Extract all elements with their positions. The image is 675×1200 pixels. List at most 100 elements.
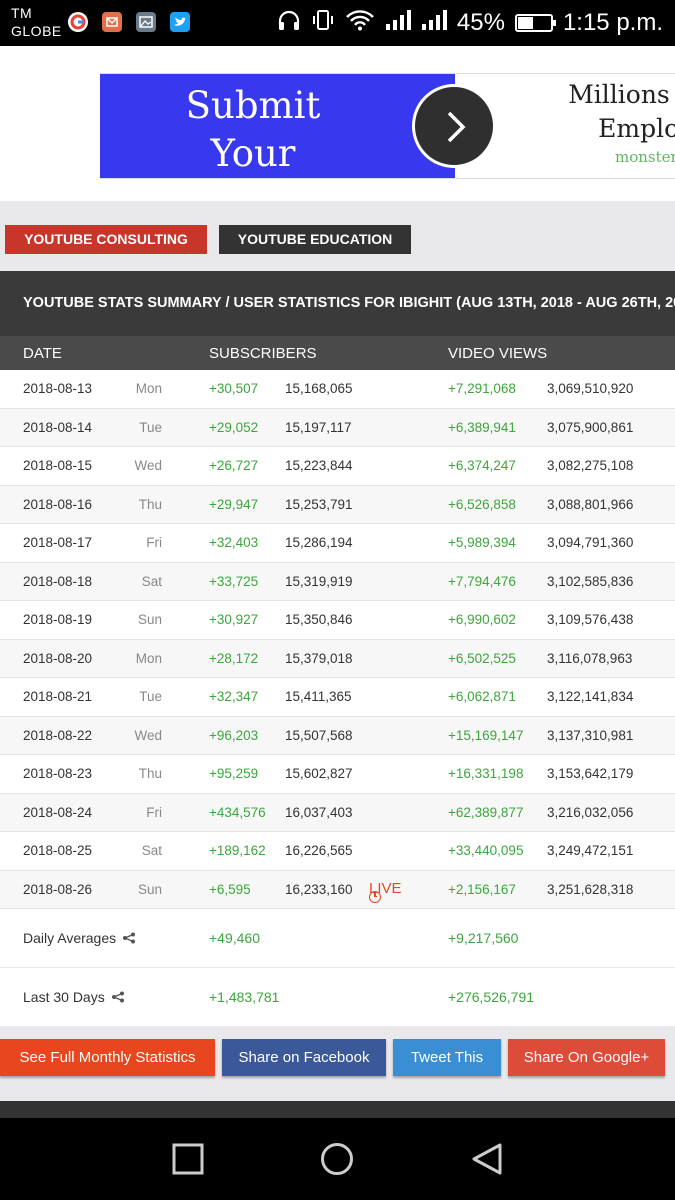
row-view-change: +16,331,198	[448, 766, 524, 781]
row-date: 2018-08-22	[23, 727, 93, 743]
ad-arrow-button[interactable]	[412, 84, 496, 168]
carrier-line-2: GLOBE	[11, 23, 62, 39]
row-subscriber-change: +32,403	[209, 535, 259, 550]
signal-icon-2	[421, 9, 447, 38]
last-30-days-subs: +1,483,781	[209, 989, 280, 1005]
row-view-total: 3,251,628,318	[547, 881, 634, 897]
carrier-line-1: TM	[11, 5, 33, 21]
see-full-monthly-stats-button[interactable]: See Full Monthly Statistics	[0, 1039, 215, 1076]
live-indicator[interactable]: LIVE	[369, 880, 402, 903]
row-day: Thu	[138, 496, 162, 512]
row-date: 2018-08-25	[23, 843, 93, 858]
ad-banner[interactable]: Submit Your Resume Now Millions of J Emp…	[100, 73, 675, 271]
tab-youtube-education[interactable]: YOUTUBE EDUCATION	[219, 225, 411, 254]
row-subscriber-total: 15,223,844	[285, 458, 353, 473]
row-day: Tue	[139, 689, 162, 704]
table-row: 2018-08-13 Mon +30,507 15,168,065 +7,291,068…	[0, 370, 675, 409]
table-row: 2018-08-26 Sun +6,595 16,233,160 +2,156,167 3…	[0, 870, 675, 909]
row-date: 2018-08-21	[23, 689, 93, 704]
row-day: Mon	[135, 381, 162, 396]
row-subscriber-total: 15,286,194	[285, 535, 353, 550]
row-subscriber-total: 15,197,117	[285, 419, 352, 435]
battery-fill	[517, 17, 534, 29]
chevron-right-icon	[447, 111, 466, 143]
daily-averages-label: Daily Averages	[23, 930, 136, 946]
stats-table: 2018-08-13 Mon +30,507 15,168,065 +7,291,068…	[0, 370, 675, 909]
row-subscriber-change: +28,172	[209, 650, 259, 666]
row-subscriber-change: +434,576	[209, 804, 266, 820]
row-view-change: +6,389,941	[448, 419, 516, 435]
row-view-total: 3,094,791,360	[547, 535, 634, 550]
col-subscribers: SUBSCRIBERS	[209, 345, 317, 362]
row-subscriber-change: +189,162	[209, 843, 266, 858]
table-row: 2018-08-20 Mon +28,172 15,379,018 +6,502,525…	[0, 639, 675, 678]
tab-youtube-consulting[interactable]: YOUTUBE CONSULTING	[5, 225, 207, 254]
table-row: 2018-08-24 Fri +434,576 16,037,403 +62,389,8…	[0, 793, 675, 832]
status-bar: TM GLOBE 45% 1:15 p.m.	[0, 0, 675, 46]
row-view-total: 3,088,801,966	[547, 496, 634, 512]
vibrate-icon	[311, 8, 335, 39]
daily-averages-row: Daily Averages +49,460 +9,217,560	[0, 909, 675, 967]
row-subscriber-total: 15,379,018	[285, 650, 353, 666]
row-view-change: +7,291,068	[448, 381, 516, 396]
last-30-days-text: Last 30 Days	[23, 989, 105, 1005]
row-subscriber-change: +33,725	[209, 573, 259, 589]
row-view-total: 3,069,510,920	[547, 381, 634, 396]
ad-side-line-2: Employer	[598, 114, 675, 143]
col-video-views: VIDEO VIEWS	[448, 345, 548, 362]
navigation-bar	[0, 1118, 675, 1200]
share-icon[interactable]	[111, 990, 125, 1003]
web-page: Submit Your Resume Now Millions of J Emp…	[0, 46, 675, 1118]
daily-averages-text: Daily Averages	[23, 930, 117, 946]
row-view-change: +6,526,858	[448, 496, 516, 512]
row-date: 2018-08-19	[23, 612, 93, 627]
row-date: 2018-08-14	[23, 419, 93, 435]
col-date: DATE	[23, 345, 62, 362]
row-day: Thu	[138, 766, 162, 781]
share-google-plus-button[interactable]: Share On Google+	[508, 1039, 665, 1076]
row-view-total: 3,102,585,836	[547, 573, 634, 589]
row-subscriber-change: +26,727	[209, 458, 259, 473]
row-view-change: +6,502,525	[448, 650, 516, 666]
recent-apps-icon[interactable]	[171, 1142, 205, 1181]
clock-icon	[369, 890, 381, 903]
table-header: DATE SUBSCRIBERS VIDEO VIEWS	[0, 336, 675, 370]
action-buttons: See Full Monthly Statistics Share on Fac…	[0, 1039, 675, 1077]
home-icon[interactable]	[320, 1142, 354, 1181]
battery-icon	[514, 14, 556, 32]
stats-title: YOUTUBE STATS SUMMARY / USER STATISTICS …	[0, 271, 675, 336]
twitter-icon	[170, 12, 190, 32]
gallery-icon	[136, 12, 156, 32]
signal-icon	[385, 9, 411, 38]
table-row: 2018-08-23 Thu +95,259 15,602,827 +16,331,19…	[0, 755, 675, 794]
clock: 1:15 p.m.	[562, 9, 663, 36]
table-row: 2018-08-14 Tue +29,052 15,197,117 +6,389,941…	[0, 408, 675, 447]
row-view-total: 3,137,310,981	[547, 727, 634, 743]
row-view-total: 3,216,032,056	[547, 804, 634, 820]
row-subscriber-total: 16,037,403	[285, 804, 353, 820]
table-row: 2018-08-18 Sat +33,725 15,319,919 +7,794,476…	[0, 562, 675, 601]
row-date: 2018-08-26	[23, 881, 93, 897]
row-view-total: 3,153,642,179	[547, 766, 634, 781]
row-day: Sun	[137, 881, 162, 897]
tweet-button[interactable]: Tweet This	[393, 1039, 501, 1076]
stats-section: YOUTUBE CONSULTING YOUTUBE EDUCATION YOU…	[0, 201, 675, 1118]
row-view-change: +7,794,476	[448, 573, 516, 589]
ad-blue-panel: Submit Your Resume Now	[100, 74, 455, 271]
row-view-change: +2,156,167	[448, 881, 516, 897]
row-subscriber-change: +29,947	[209, 496, 259, 512]
headphones-icon	[277, 9, 301, 38]
row-subscriber-change: +6,595	[209, 881, 251, 897]
share-icon[interactable]	[122, 931, 136, 944]
ad-brand: monster.	[615, 148, 675, 166]
row-view-change: +33,440,095	[448, 843, 524, 858]
row-date: 2018-08-13	[23, 381, 93, 396]
wifi-icon	[345, 9, 375, 38]
row-day: Sat	[141, 573, 162, 589]
share-facebook-button[interactable]: Share on Facebook	[222, 1039, 386, 1076]
back-icon[interactable]	[470, 1142, 504, 1181]
row-date: 2018-08-17	[23, 535, 93, 550]
row-view-total: 3,082,275,108	[547, 458, 634, 473]
last-30-days-row: Last 30 Days +1,483,781 +276,526,791	[0, 968, 675, 1026]
table-row: 2018-08-19 Sun +30,927 15,350,846 +6,990,602…	[0, 601, 675, 640]
